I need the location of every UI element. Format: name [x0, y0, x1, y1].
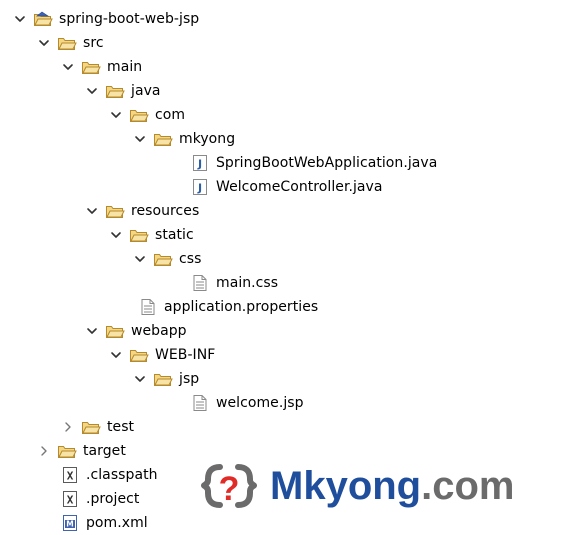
logo-word-suffix: .com — [421, 464, 515, 508]
tree-item-src[interactable]: src — [36, 31, 104, 55]
tree-item-css[interactable]: css — [132, 247, 201, 271]
tree-item-label: target — [83, 443, 126, 459]
tree-item-main[interactable]: main — [60, 55, 142, 79]
tree-item-spring-boot-web-jsp[interactable]: spring-boot-web-jsp — [12, 7, 199, 31]
chevron-down-icon[interactable] — [84, 199, 100, 223]
maven-file-icon: M — [60, 511, 80, 535]
tree-item-label: mkyong — [179, 131, 236, 147]
text-file-icon — [190, 271, 210, 295]
tree-item-label: pom.xml — [86, 515, 148, 531]
mkyong-logo: ? Mkyong.com — [200, 455, 560, 517]
logo-wordmark: Mkyong.com — [270, 466, 514, 506]
tree-item-label: main — [107, 59, 143, 75]
tree-item-label: jsp — [179, 371, 200, 387]
project-explorer-tree: spring-boot-web-jsp src main java com mk… — [0, 0, 566, 531]
chevron-down-icon[interactable] — [84, 319, 100, 343]
svg-text:M: M — [66, 520, 73, 529]
tree-item-label: main.css — [216, 275, 279, 291]
tree-item-test[interactable]: test — [60, 415, 134, 439]
chevron-right-icon[interactable] — [36, 439, 52, 463]
tree-item-welcomecontroller-java[interactable]: J WelcomeController.java — [190, 175, 383, 199]
logo-word-main: Mkyong — [270, 464, 422, 508]
tree-item-webapp[interactable]: webapp — [84, 319, 187, 343]
svg-text:J: J — [197, 158, 202, 171]
folder-icon — [81, 415, 101, 439]
folder-icon — [105, 319, 125, 343]
folder-icon — [105, 79, 125, 103]
chevron-right-icon[interactable] — [60, 415, 76, 439]
tree-item-label: test — [107, 419, 135, 435]
folder-icon — [81, 55, 101, 79]
chevron-down-icon[interactable] — [60, 55, 76, 79]
tree-item-label: SpringBootWebApplication.java — [216, 155, 438, 171]
tree-item-label: WEB-INF — [155, 347, 216, 363]
folder-icon — [57, 439, 77, 463]
folder-icon — [153, 367, 173, 391]
tree-item-project[interactable]: X .project — [60, 487, 139, 511]
xml-file-icon: X — [60, 463, 80, 487]
tree-item-main-css[interactable]: main.css — [190, 271, 278, 295]
chevron-down-icon[interactable] — [36, 31, 52, 55]
tree-item-welcome-jsp[interactable]: welcome.jsp — [190, 391, 304, 415]
svg-text:X: X — [67, 494, 74, 507]
tree-item-springbootwebapplication-java[interactable]: J SpringBootWebApplication.java — [190, 151, 437, 175]
tree-item-static[interactable]: static — [108, 223, 194, 247]
tree-item-application-properties[interactable]: application.properties — [138, 295, 318, 319]
chevron-down-icon[interactable] — [132, 247, 148, 271]
chevron-down-icon[interactable] — [108, 103, 124, 127]
folder-icon — [57, 31, 77, 55]
tree-item-java[interactable]: java — [84, 79, 161, 103]
text-file-icon — [190, 391, 210, 415]
tree-item-label: static — [155, 227, 194, 243]
chevron-down-icon[interactable] — [108, 223, 124, 247]
tree-item-resources[interactable]: resources — [84, 199, 199, 223]
tree-item-label: .classpath — [86, 467, 158, 483]
tree-item-target[interactable]: target — [36, 439, 126, 463]
tree-item-label: src — [83, 35, 104, 51]
tree-item-classpath[interactable]: X .classpath — [60, 463, 158, 487]
folder-icon — [105, 199, 125, 223]
tree-item-label: welcome.jsp — [216, 395, 304, 411]
tree-item-com[interactable]: com — [108, 103, 185, 127]
tree-item-label: application.properties — [164, 299, 319, 315]
tree-item-label: java — [131, 83, 161, 99]
folder-icon — [129, 223, 149, 247]
java-file-icon: J — [190, 175, 210, 199]
tree-item-label: com — [155, 107, 186, 123]
project-folder-icon — [33, 7, 53, 31]
java-file-icon: J — [190, 151, 210, 175]
xml-file-icon: X — [60, 487, 80, 511]
chevron-down-icon[interactable] — [132, 127, 148, 151]
folder-icon — [129, 343, 149, 367]
svg-text:?: ? — [219, 470, 240, 508]
tree-item-mkyong[interactable]: mkyong — [132, 127, 235, 151]
chevron-down-icon[interactable] — [84, 79, 100, 103]
tree-item-label: .project — [86, 491, 140, 507]
chevron-down-icon[interactable] — [108, 343, 124, 367]
tree-item-label: WelcomeController.java — [216, 179, 383, 195]
folder-icon — [129, 103, 149, 127]
folder-icon — [153, 247, 173, 271]
tree-item-web-inf[interactable]: WEB-INF — [108, 343, 215, 367]
tree-item-label: spring-boot-web-jsp — [59, 11, 200, 27]
svg-text:J: J — [197, 182, 202, 195]
svg-text:X: X — [67, 470, 74, 483]
question-mark-icon: ? — [200, 457, 258, 515]
text-file-icon — [138, 295, 158, 319]
chevron-down-icon[interactable] — [12, 7, 28, 31]
chevron-down-icon[interactable] — [132, 367, 148, 391]
tree-item-label: resources — [131, 203, 200, 219]
tree-item-jsp[interactable]: jsp — [132, 367, 199, 391]
tree-item-label: webapp — [131, 323, 187, 339]
tree-item-label: css — [179, 251, 202, 267]
folder-icon — [153, 127, 173, 151]
tree-item-pom-xml[interactable]: M pom.xml — [60, 511, 148, 535]
